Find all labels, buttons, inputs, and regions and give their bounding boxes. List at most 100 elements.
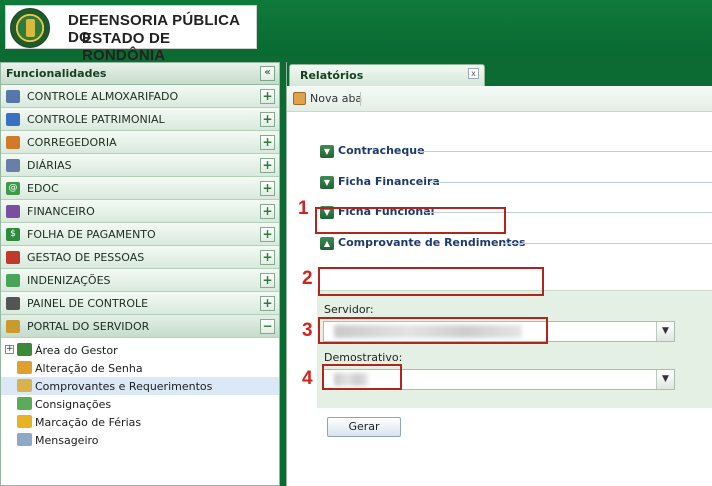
expand-icon[interactable]: + xyxy=(260,296,275,311)
sidebar-item-label: CONTROLE PATRIMONIAL xyxy=(27,113,165,126)
expand-icon[interactable]: + xyxy=(260,273,275,288)
bus-icon xyxy=(17,415,32,428)
annotation-number: 2 xyxy=(302,268,313,289)
money-icon xyxy=(17,397,32,410)
toolbar-separator xyxy=(360,92,361,106)
tree-item-label: Área do Gestor xyxy=(35,344,118,357)
tree-item-label: Consignações xyxy=(35,398,112,411)
sidebar-item-indenizacoes[interactable]: INDENIZAÇÕES + xyxy=(1,269,279,292)
sidebar-item-label: PAINEL DE CONTROLE xyxy=(27,297,149,310)
sidebar-header: Funcionalidades « xyxy=(1,63,279,85)
report-content: ▼ Contracheque ▼ Ficha Financeira ▼ Fich… xyxy=(287,112,712,486)
section-label: Ficha Financeira xyxy=(338,175,440,188)
expand-icon[interactable]: + xyxy=(260,227,275,242)
chevron-down-icon[interactable]: ▼ xyxy=(320,176,334,189)
tab-label: Relatórios xyxy=(300,69,364,82)
sidebar-item-portal[interactable]: PORTAL DO SERVIDOR − xyxy=(1,315,279,338)
new-tab-label: Nova aba xyxy=(310,92,363,105)
section-comprovante-rendimentos[interactable]: ▲ Comprovante de Rendimentos xyxy=(317,236,712,252)
tab-relatorios[interactable]: Relatórios x xyxy=(289,64,485,86)
tree-item-mensageiro[interactable]: Mensageiro xyxy=(1,431,279,449)
org-name-line2: ESTADO DE RONDÔNIA xyxy=(82,30,171,64)
section-divider xyxy=(417,151,712,152)
sidebar-title: Funcionalidades xyxy=(6,67,107,80)
sidebar-item-edoc[interactable]: @ EDOC + xyxy=(1,177,279,200)
expand-icon[interactable]: + xyxy=(260,89,275,104)
building-icon xyxy=(6,113,20,126)
tree-item-ferias[interactable]: Marcação de Férias xyxy=(1,413,279,431)
sidebar-item-patrimonial[interactable]: CONTROLE PATRIMONIAL + xyxy=(1,108,279,131)
warehouse-icon xyxy=(6,90,20,103)
key-icon xyxy=(17,361,32,374)
section-divider xyxy=(503,243,712,244)
expand-icon[interactable]: + xyxy=(260,112,275,127)
expand-icon[interactable]: + xyxy=(260,181,275,196)
sidebar-item-folha[interactable]: $ FOLHA DE PAGAMENTO + xyxy=(1,223,279,246)
expand-icon[interactable]: + xyxy=(260,158,275,173)
expand-icon[interactable]: + xyxy=(260,250,275,265)
sidebar-item-diarias[interactable]: DIÁRIAS + xyxy=(1,154,279,177)
tree-item-alteracao-senha[interactable]: Alteração de Senha xyxy=(1,359,279,377)
chart-icon xyxy=(6,205,20,218)
section-ficha-financeira[interactable]: ▼ Ficha Financeira xyxy=(317,175,712,191)
seal-icon xyxy=(10,8,50,48)
sidebar: Funcionalidades « CONTROLE ALMOXARIFADO … xyxy=(0,62,280,486)
portal-tree: + Área do Gestor Alteração de Senha Comp… xyxy=(1,341,279,449)
app-header: DEFENSORIA PÚBLICA DO ESTADO DE RONDÔNIA xyxy=(0,0,712,64)
panel-icon xyxy=(6,297,20,310)
sidebar-item-label: GESTAO DE PESSOAS xyxy=(27,251,145,264)
sidebar-item-label: EDOC xyxy=(27,182,59,195)
new-tab-icon xyxy=(293,92,306,105)
people-icon xyxy=(17,343,32,356)
tree-item-consignacoes[interactable]: Consignações xyxy=(1,395,279,413)
highlight-box-2 xyxy=(318,267,544,296)
logo: DEFENSORIA PÚBLICA DO ESTADO DE RONDÔNIA xyxy=(5,5,257,64)
tree-item-label: Marcação de Férias xyxy=(35,416,142,429)
chevron-up-icon[interactable]: ▲ xyxy=(320,237,334,250)
expand-icon[interactable]: + xyxy=(260,204,275,219)
tree-item-label: Alteração de Senha xyxy=(35,362,143,375)
grid-icon xyxy=(17,379,32,392)
chevron-down-icon[interactable]: ▼ xyxy=(656,370,674,389)
rendimentos-form: Servidor: ▼ Demostrativo: ▼ xyxy=(317,290,712,408)
sidebar-item-financeiro[interactable]: FINANCEIRO + xyxy=(1,200,279,223)
highlight-box-4 xyxy=(322,364,402,390)
people-icon xyxy=(6,136,20,149)
sidebar-item-gestao-pessoas[interactable]: GESTAO DE PESSOAS + xyxy=(1,246,279,269)
collapse-section-icon[interactable]: − xyxy=(260,319,275,334)
chevron-down-icon[interactable]: ▼ xyxy=(656,322,674,341)
tree-item-area-gestor[interactable]: + Área do Gestor xyxy=(1,341,279,359)
expand-icon[interactable]: + xyxy=(260,135,275,150)
sidebar-item-painel[interactable]: PAINEL DE CONTROLE + xyxy=(1,292,279,315)
section-label: Comprovante de Rendimentos xyxy=(338,236,526,249)
gerar-button[interactable]: Gerar xyxy=(327,417,401,437)
demonstrativo-label: Demostrativo: xyxy=(324,351,403,364)
section-divider xyxy=(429,182,712,183)
chat-icon xyxy=(17,433,32,446)
annotation-number: 4 xyxy=(302,368,313,389)
sidebar-item-almoxarifado[interactable]: CONTROLE ALMOXARIFADO + xyxy=(1,85,279,108)
section-contracheque[interactable]: ▼ Contracheque xyxy=(317,144,712,160)
toolbar: Nova aba xyxy=(287,86,712,112)
annotation-number: 3 xyxy=(302,320,313,341)
highlight-box-1 xyxy=(315,207,506,234)
collapse-icon[interactable]: « xyxy=(260,66,275,81)
section-label: Contracheque xyxy=(338,144,425,157)
annotation-number: 1 xyxy=(298,198,309,219)
tab-bar: Relatórios x xyxy=(287,62,712,86)
sidebar-item-corregedoria[interactable]: CORREGEDORIA + xyxy=(1,131,279,154)
tree-expand-icon[interactable]: + xyxy=(5,345,14,354)
money-icon xyxy=(6,274,20,287)
calendar-icon xyxy=(6,251,20,264)
ticket-icon xyxy=(6,159,20,172)
sidebar-item-label: DIÁRIAS xyxy=(27,159,72,172)
servidor-label: Servidor: xyxy=(324,303,374,316)
portal-icon xyxy=(6,320,20,333)
highlight-box-3 xyxy=(318,317,548,344)
chevron-down-icon[interactable]: ▼ xyxy=(320,145,334,158)
dollar-icon: $ xyxy=(6,228,20,241)
tree-item-label: Comprovantes e Requerimentos xyxy=(35,380,213,393)
close-tab-icon[interactable]: x xyxy=(468,68,479,79)
sidebar-item-label: CONTROLE ALMOXARIFADO xyxy=(27,90,179,103)
tree-item-comprovantes[interactable]: Comprovantes e Requerimentos xyxy=(1,377,279,395)
